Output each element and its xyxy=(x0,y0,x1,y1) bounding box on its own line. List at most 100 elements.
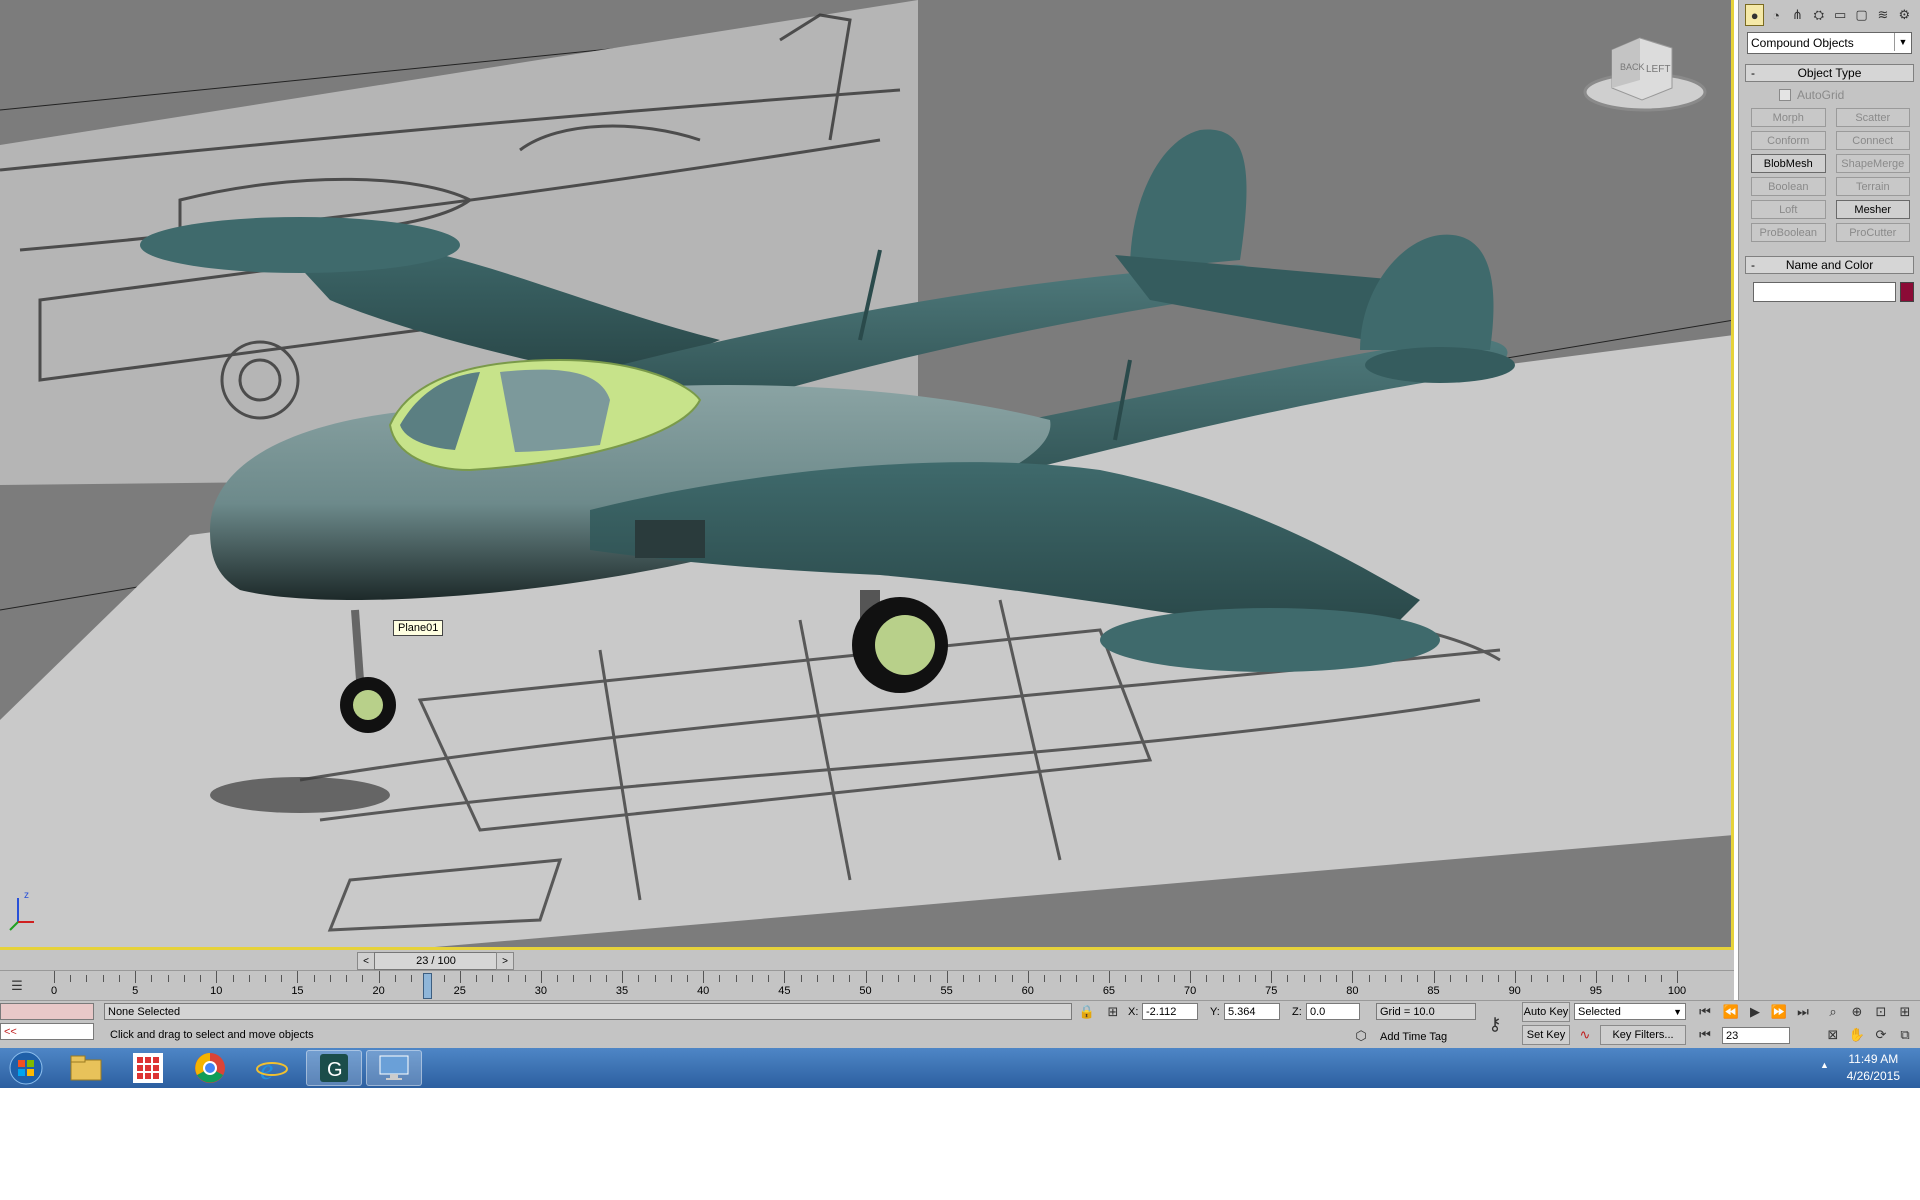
shapemerge-button[interactable]: ShapeMerge xyxy=(1835,154,1910,173)
loft-button[interactable]: Loft xyxy=(1751,200,1826,219)
time-slider-thumb[interactable]: 23 / 100 xyxy=(374,952,498,970)
3ds-max-icon[interactable]: G xyxy=(306,1050,362,1086)
key-mode-dropdown[interactable]: Selected ▼ xyxy=(1574,1003,1686,1020)
maxscript-listener[interactable] xyxy=(0,1003,94,1020)
prev-frame-arrow[interactable]: < xyxy=(357,952,375,970)
track-label: 0 xyxy=(50,985,58,997)
x-label: X: xyxy=(1128,1006,1139,1018)
track-tick xyxy=(346,975,348,982)
key-curve-icon[interactable]: ∿ xyxy=(1576,1026,1594,1044)
track-tick xyxy=(962,975,964,982)
scatter-button[interactable]: Scatter xyxy=(1835,108,1910,127)
conform-button[interactable]: Conform xyxy=(1751,131,1826,150)
category-dropdown[interactable]: Compound Objects ▼ xyxy=(1747,32,1912,54)
track-label: 85 xyxy=(1427,985,1440,997)
axis-z-label: z xyxy=(24,890,29,901)
track-tick xyxy=(1514,971,1516,983)
track-tick xyxy=(362,975,364,982)
track-tick xyxy=(151,975,153,982)
time-slider[interactable]: < 23 / 100 > xyxy=(0,950,1734,970)
object-name-input[interactable] xyxy=(1753,282,1896,302)
z-coordinate-field[interactable]: 0.0 xyxy=(1306,1003,1360,1020)
zoom-icon[interactable]: ⌕ xyxy=(1824,1003,1842,1021)
start-orb-icon[interactable] xyxy=(2,1050,50,1086)
key-mode-toggle-icon[interactable]: ⏮ xyxy=(1696,1026,1714,1044)
zoom-extents-icon[interactable]: ⊡ xyxy=(1872,1003,1890,1021)
zoom-extents-all-icon[interactable]: ⊞ xyxy=(1896,1003,1914,1021)
next-frame-arrow[interactable]: > xyxy=(496,952,514,970)
file-explorer-icon[interactable] xyxy=(58,1050,114,1086)
track-tick xyxy=(118,975,120,982)
object-color-swatch[interactable] xyxy=(1899,282,1914,302)
y-coordinate-field[interactable]: 5.364 xyxy=(1224,1003,1280,1020)
track-tick xyxy=(1092,975,1094,982)
track-tick xyxy=(670,975,672,982)
create-icon[interactable]: ● xyxy=(1745,4,1765,26)
morph-button[interactable]: Morph xyxy=(1751,108,1826,127)
zoom-all-icon[interactable]: ⊕ xyxy=(1848,1003,1866,1021)
x-coordinate-field[interactable]: -2.112 xyxy=(1142,1003,1198,1020)
track-tick xyxy=(540,971,542,983)
add-time-tag[interactable]: Add Time Tag xyxy=(1380,1031,1447,1043)
chrome-icon[interactable] xyxy=(182,1050,238,1086)
chevron-down-icon: ▼ xyxy=(1894,33,1911,51)
track-tick xyxy=(605,975,607,982)
mesher-button[interactable]: Mesher xyxy=(1835,200,1910,219)
key-filters-button[interactable]: Key Filters... xyxy=(1600,1025,1686,1045)
track-tick xyxy=(849,975,851,982)
track-tick xyxy=(719,975,721,982)
current-frame-marker[interactable] xyxy=(423,973,433,999)
internet-explorer-icon[interactable]: e xyxy=(244,1050,300,1086)
display-icon[interactable]: ▭ xyxy=(1831,4,1850,26)
orbit-icon[interactable]: ⟳ xyxy=(1872,1026,1890,1044)
maximize-viewport-icon[interactable]: ⧉ xyxy=(1896,1026,1914,1044)
perspective-viewport[interactable]: BACK LEFT z Plane01 xyxy=(0,0,1734,950)
maxscript-expand[interactable]: << xyxy=(0,1023,94,1040)
track-tick xyxy=(378,971,380,983)
terrain-button[interactable]: Terrain xyxy=(1835,177,1910,196)
system-clock[interactable]: 11:49 AM 4/26/2015 xyxy=(1847,1051,1900,1085)
remote-desktop-icon[interactable] xyxy=(366,1050,422,1086)
field-of-view-icon[interactable]: ⊠ xyxy=(1824,1026,1842,1044)
track-tick xyxy=(946,971,948,983)
object-type-rollout-header[interactable]: - Object Type xyxy=(1745,64,1914,82)
hierarchy-icon[interactable]: ⋔ xyxy=(1788,4,1807,26)
track-tick xyxy=(281,975,283,982)
pan-hand-icon[interactable]: ✋ xyxy=(1848,1026,1866,1044)
track-tick xyxy=(167,975,169,982)
track-label: 100 xyxy=(1667,985,1687,997)
boolean-button[interactable]: Boolean xyxy=(1751,177,1826,196)
proboolean-button[interactable]: ProBoolean xyxy=(1751,223,1826,242)
near-tailplane-tip xyxy=(1365,347,1515,383)
track-tick xyxy=(102,975,104,982)
lock-icon[interactable]: 🔒 xyxy=(1078,1003,1096,1021)
modify-icon[interactable]: ◔ xyxy=(1766,4,1785,26)
next-frame-icon[interactable]: ⏩ xyxy=(1770,1003,1788,1021)
autogrid-checkbox[interactable] xyxy=(1779,89,1791,101)
connect-button[interactable]: Connect xyxy=(1835,131,1910,150)
blobmesh-button[interactable]: BlobMesh xyxy=(1751,154,1826,173)
auto-key-button[interactable]: Auto Key xyxy=(1522,1002,1570,1022)
previous-frame-icon[interactable]: ⏪ xyxy=(1722,1003,1740,1021)
current-frame-field[interactable]: 23 xyxy=(1722,1027,1790,1044)
go-to-start-icon[interactable]: ⏮ xyxy=(1696,1003,1714,1021)
procutter-button[interactable]: ProCutter xyxy=(1835,223,1910,242)
key-icon[interactable]: ⚷ xyxy=(1486,1014,1504,1034)
tray-expand-icon[interactable]: ▲ xyxy=(1820,1060,1829,1070)
autogrid-option[interactable]: AutoGrid xyxy=(1779,88,1920,102)
set-key-button[interactable]: Set Key xyxy=(1522,1025,1570,1045)
more-icon[interactable]: ≋ xyxy=(1873,4,1892,26)
track-tick xyxy=(1368,975,1370,982)
transform-mode-icon[interactable]: ⊞ xyxy=(1104,1003,1122,1021)
track-bar[interactable]: ☰ 0 5 10 15 20 25 30 35 40 45 50 55 60 65 70 75 80 85 90 95… xyxy=(0,970,1734,1001)
go-to-end-icon[interactable]: ⏭ xyxy=(1794,1003,1812,1021)
track-label: 45 xyxy=(778,985,791,997)
mini-curve-editor-icon[interactable]: ☰ xyxy=(8,977,26,995)
play-icon[interactable]: ▶ xyxy=(1746,1003,1764,1021)
metro-apps-icon[interactable] xyxy=(120,1050,176,1086)
selection-status: None Selected xyxy=(104,1003,1072,1020)
motion-icon[interactable]: ⛭ xyxy=(1809,4,1828,26)
utilities-icon[interactable]: ▢ xyxy=(1852,4,1871,26)
settings-icon[interactable]: ⚙ xyxy=(1895,4,1914,26)
name-color-rollout-header[interactable]: - Name and Color xyxy=(1745,256,1914,274)
